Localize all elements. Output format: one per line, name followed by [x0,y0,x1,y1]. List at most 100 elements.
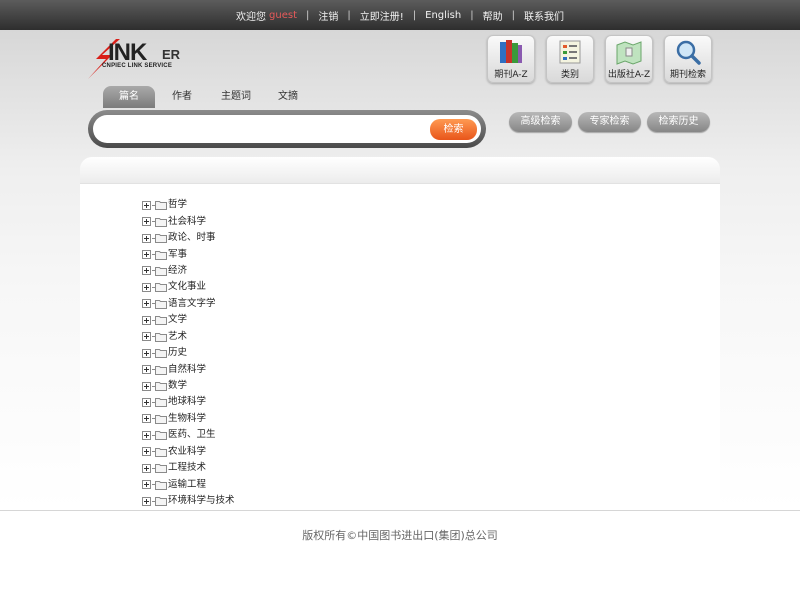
english-link[interactable]: English [425,10,461,21]
expand-icon[interactable] [142,233,151,243]
separator: | [412,9,417,21]
panel-body: 哲学 社会科学 政论、时事 军事 经济 文化事业 语言文字学 文学 艺术 历史 自然科学 数学 地球科学… [80,184,720,507]
category-label[interactable]: 农业科学 [168,444,206,460]
category-label[interactable]: 文学 [168,312,187,328]
category-tree-item[interactable]: 地球科学 [142,394,235,410]
folder-icon [155,497,167,507]
category-label[interactable]: 环境科学与技术 [168,493,235,509]
expand-icon[interactable] [142,414,151,424]
expand-icon[interactable] [142,480,151,490]
category-label[interactable]: 文化事业 [168,279,206,295]
expert-search-button[interactable]: 专家检索 [578,112,641,132]
folder-icon [155,365,167,375]
category-tree-item[interactable]: 环境科学与技术 [142,493,235,509]
category-tree-item[interactable]: 经济 [142,263,235,279]
expand-icon[interactable] [142,463,151,473]
expand-icon[interactable] [142,266,151,276]
category-label[interactable]: 医药、卫生 [168,427,216,443]
tab-title[interactable]: 篇名 [103,86,155,108]
expand-icon[interactable] [142,447,151,457]
category-label[interactable]: 军事 [168,247,187,263]
category-tree-item[interactable]: 文学 [142,312,235,328]
expand-icon[interactable] [142,348,151,358]
search-button[interactable]: 检索 [430,119,477,140]
folder-icon [155,431,167,441]
category-label[interactable]: 自然科学 [168,362,206,378]
username: guest [269,9,297,21]
category-label[interactable]: 社会科学 [168,214,206,230]
category-tree-item[interactable]: 语言文字学 [142,296,235,312]
category-label[interactable]: 语言文字学 [168,296,216,312]
folder-icon [155,414,167,424]
site-logo[interactable]: INK ER CNPIEC LINK SERVICE [86,37,196,81]
category-tree-item[interactable]: 自然科学 [142,361,235,377]
category-tree: 哲学 社会科学 政论、时事 军事 经济 文化事业 语言文字学 文学 艺术 历史 自然科学 数学 地球科学… [142,197,235,509]
category-panel: 哲学 社会科学 政论、时事 军事 经济 文化事业 语言文字学 文学 艺术 历史 自然科学 数学 地球科学… [80,157,720,507]
tab-subject[interactable]: 主题词 [214,86,258,108]
category-label[interactable]: 生物科学 [168,411,206,427]
category-label[interactable]: 政论、时事 [168,230,216,246]
category-label[interactable]: 艺术 [168,329,187,345]
tab-author[interactable]: 作者 [165,86,199,108]
category-tree-item[interactable]: 生物科学 [142,411,235,427]
folder-icon [155,464,167,474]
category-label[interactable]: 数学 [168,378,187,394]
register-link[interactable]: 立即注册! [360,8,404,23]
category-label[interactable]: 工程技术 [168,460,206,476]
journal-az-button[interactable]: 期刊A-Z [487,35,535,83]
expand-icon[interactable] [142,315,151,325]
expand-icon[interactable] [142,217,151,227]
search-field-frame [93,115,481,143]
expand-icon[interactable] [142,299,151,309]
category-tree-item[interactable]: 军事 [142,246,235,262]
tab-abstract[interactable]: 文摘 [271,86,305,108]
folder-icon [155,349,167,359]
expand-icon[interactable] [142,381,151,391]
publisher-az-button[interactable]: 出版社A-Z [605,35,653,83]
expand-icon[interactable] [142,200,151,210]
category-label[interactable]: 经济 [168,263,187,279]
publisher-az-label: 出版社A-Z [607,70,651,80]
folder-icon [155,234,167,244]
footer-divider [0,510,800,511]
category-tree-item[interactable]: 艺术 [142,329,235,345]
category-label: 类别 [560,70,579,80]
category-tree-item[interactable]: 社会科学 [142,213,235,229]
advanced-search-button[interactable]: 高级检索 [509,112,572,132]
category-tree-item[interactable]: 历史 [142,345,235,361]
separator: | [347,9,351,21]
category-tree-item[interactable]: 医药、卫生 [142,427,235,443]
category-button[interactable]: 类别 [546,35,594,83]
help-link[interactable]: 帮助 [483,8,503,23]
logo-tagline: CNPIEC LINK SERVICE [102,63,173,69]
category-tree-item[interactable]: 哲学 [142,197,235,213]
folder-icon [155,316,167,326]
category-tree-item[interactable]: 运输工程 [142,476,235,492]
search-history-button[interactable]: 检索历史 [647,112,710,132]
search-input[interactable] [107,119,431,141]
category-label[interactable]: 地球科学 [168,394,206,410]
expand-icon[interactable] [142,496,151,506]
expand-icon[interactable] [142,250,151,260]
folder-icon [155,398,167,408]
category-tree-item[interactable]: 数学 [142,378,235,394]
journal-search-button[interactable]: 期刊检索 [664,35,712,83]
logout-link[interactable]: 注销 [318,8,338,23]
category-label[interactable]: 哲学 [168,197,187,213]
category-label[interactable]: 历史 [168,345,187,361]
category-tree-item[interactable]: 工程技术 [142,460,235,476]
category-tree-item[interactable]: 文化事业 [142,279,235,295]
expand-icon[interactable] [142,282,151,292]
separator: | [511,9,515,21]
folder-icon [155,201,167,211]
category-label[interactable]: 运输工程 [168,477,206,493]
expand-icon[interactable] [142,397,151,407]
expand-icon[interactable] [142,430,151,440]
category-tree-item[interactable]: 农业科学 [142,444,235,460]
folder-icon [155,299,167,309]
expand-icon[interactable] [142,365,151,375]
category-tree-item[interactable]: 政论、时事 [142,230,235,246]
contact-link[interactable]: 联系我们 [524,8,564,23]
folder-icon [155,480,167,490]
expand-icon[interactable] [142,332,151,342]
